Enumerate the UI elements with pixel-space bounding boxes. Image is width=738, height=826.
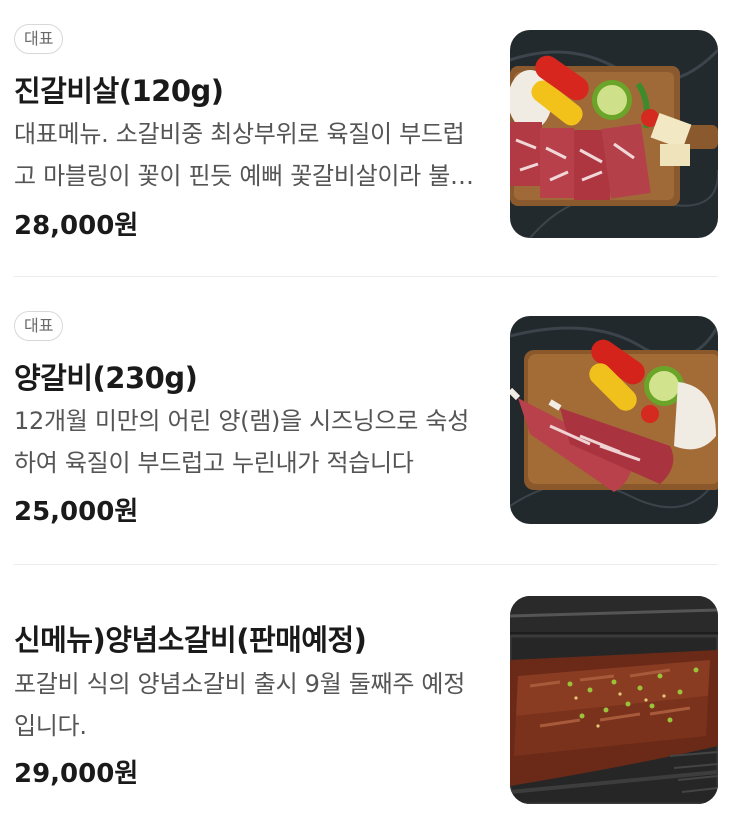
beef-platter-photo bbox=[510, 30, 718, 238]
grilled-ribs-photo bbox=[510, 596, 718, 804]
menu-item-name: 양갈비(230g) bbox=[14, 361, 198, 395]
menu-item-yangnyeom-sogalbi[interactable]: 신메뉴)양념소갈비(판매예정) 포갈비 식의 양념소갈비 출시 9월 둘째주 예… bbox=[0, 565, 738, 826]
menu-item-name: 신메뉴)양념소갈비(판매예정) bbox=[14, 623, 367, 657]
signature-badge: 대표 bbox=[14, 24, 64, 54]
menu-item-price: 28,000원 bbox=[14, 211, 139, 241]
menu-item-yang-galbi[interactable]: 대표 양갈비(230g) 12개월 미만의 어린 양(램)을 시즈닝으로 숙성하… bbox=[0, 277, 738, 564]
menu-item-name: 진갈비살(120g) bbox=[14, 74, 224, 108]
menu-item-price: 29,000원 bbox=[14, 759, 139, 789]
signature-badge: 대표 bbox=[14, 311, 64, 341]
menu-item-jin-galbisal[interactable]: 대표 진갈비살(120g) 대표메뉴. 소갈비중 최상부위로 육질이 부드럽고 … bbox=[0, 0, 738, 276]
menu-item-description: 대표메뉴. 소갈비중 최상부위로 육질이 부드럽고 마블링이 꽃이 핀듯 예뻐 … bbox=[14, 120, 472, 190]
menu-item-price: 25,000원 bbox=[14, 497, 139, 527]
lamb-rack-photo bbox=[510, 316, 718, 524]
menu-item-description: 12개월 미만의 어린 양(램)을 시즈닝으로 숙성하여 육질이 부드럽고 누린… bbox=[14, 407, 469, 477]
menu-item-description: 포갈비 식의 양념소갈비 출시 9월 둘째주 예정입니다. bbox=[14, 670, 465, 740]
